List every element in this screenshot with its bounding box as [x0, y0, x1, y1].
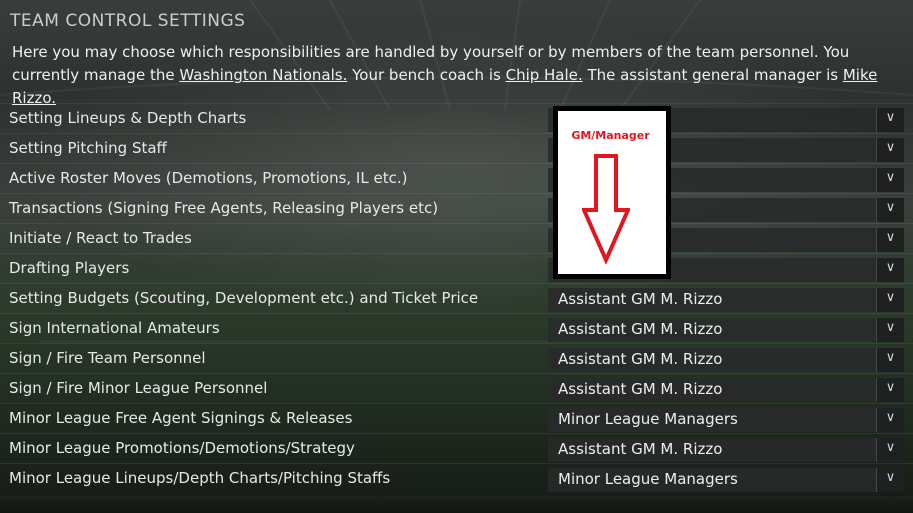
setting-row: Minor League Lineups/Depth Charts/Pitchi… [0, 463, 913, 494]
chevron-down-icon: ∨ [885, 320, 896, 335]
down-arrow-icon [582, 154, 630, 264]
chevron-down-icon: ∨ [885, 170, 896, 185]
responsibility-dropdown[interactable]: Assistant GM M. Rizzo ∨ [548, 318, 904, 342]
chevron-down-icon: ∨ [885, 470, 896, 485]
dropdown-toggle-button[interactable]: ∨ [876, 288, 904, 312]
responsibility-dropdown[interactable]: Minor League Managers ∨ [548, 468, 904, 492]
setting-label: Active Roster Moves (Demotions, Promotio… [9, 169, 408, 187]
chevron-down-icon: ∨ [885, 260, 896, 275]
dropdown-toggle-button[interactable]: ∨ [876, 108, 904, 132]
setting-label: Sign / Fire Minor League Personnel [9, 379, 268, 397]
dropdown-value: Minor League Managers [558, 470, 738, 488]
setting-label: Sign International Amateurs [9, 319, 220, 337]
responsibility-dropdown[interactable]: Assistant GM M. Rizzo ∨ [548, 378, 904, 402]
description-text: Here you may choose which responsibiliti… [12, 41, 902, 110]
setting-label: Minor League Free Agent Signings & Relea… [9, 409, 353, 427]
team-link[interactable]: Washington Nationals. [179, 66, 347, 84]
dropdown-value: Assistant GM M. Rizzo [558, 380, 723, 398]
annotation-box: GM/Manager [553, 106, 671, 279]
chevron-down-icon: ∨ [885, 140, 896, 155]
dropdown-toggle-button[interactable]: ∨ [876, 258, 904, 282]
dropdown-toggle-button[interactable]: ∨ [876, 378, 904, 402]
dropdown-toggle-button[interactable]: ∨ [876, 438, 904, 462]
setting-label: Setting Lineups & Depth Charts [9, 109, 247, 127]
description-part-3: The assistant general manager is [582, 66, 843, 84]
page-title: TEAM CONTROL SETTINGS [10, 11, 246, 31]
responsibility-dropdown[interactable]: Assistant GM M. Rizzo ∨ [548, 348, 904, 372]
description-part-2: Your bench coach is [347, 66, 506, 84]
dropdown-value: Assistant GM M. Rizzo [558, 350, 723, 368]
setting-row: Active Roster Moves (Demotions, Promotio… [0, 163, 913, 194]
setting-row: Setting Pitching Staff ∨ [0, 133, 913, 164]
dropdown-toggle-button[interactable]: ∨ [876, 138, 904, 162]
chevron-down-icon: ∨ [885, 440, 896, 455]
responsibility-dropdown[interactable]: Minor League Managers ∨ [548, 408, 904, 432]
dropdown-toggle-button[interactable]: ∨ [876, 468, 904, 492]
setting-label: Setting Budgets (Scouting, Development e… [9, 289, 479, 307]
setting-row: Setting Lineups & Depth Charts ∨ [0, 103, 913, 134]
dropdown-toggle-button[interactable]: ∨ [876, 348, 904, 372]
dropdown-toggle-button[interactable]: ∨ [876, 408, 904, 432]
dropdown-value: Assistant GM M. Rizzo [558, 290, 723, 308]
setting-label: Drafting Players [9, 259, 130, 277]
chevron-down-icon: ∨ [885, 230, 896, 245]
dropdown-toggle-button[interactable]: ∨ [876, 228, 904, 252]
dropdown-toggle-button[interactable]: ∨ [876, 198, 904, 222]
annotation-label: GM/Manager [571, 129, 650, 142]
setting-label: Initiate / React to Trades [9, 229, 192, 247]
dropdown-toggle-button[interactable]: ∨ [876, 318, 904, 342]
setting-row: Sign International Amateurs Assistant GM… [0, 313, 913, 344]
setting-row: Initiate / React to Trades ∨ [0, 223, 913, 254]
annotation-panel: GM/Manager [558, 111, 666, 274]
chevron-down-icon: ∨ [885, 110, 896, 125]
setting-label: Sign / Fire Team Personnel [9, 349, 206, 367]
setting-row: Transactions (Signing Free Agents, Relea… [0, 193, 913, 224]
setting-label: Setting Pitching Staff [9, 139, 167, 157]
setting-label: Minor League Promotions/Demotions/Strate… [9, 439, 355, 457]
dropdown-toggle-button[interactable]: ∨ [876, 168, 904, 192]
dropdown-value: Assistant GM M. Rizzo [558, 440, 723, 458]
setting-row: Minor League Free Agent Signings & Relea… [0, 403, 913, 434]
setting-label: Minor League Lineups/Depth Charts/Pitchi… [9, 469, 391, 487]
setting-label: Transactions (Signing Free Agents, Relea… [9, 199, 439, 217]
responsibility-dropdown[interactable]: Assistant GM M. Rizzo ∨ [548, 438, 904, 462]
setting-row: Drafting Players ∨ [0, 253, 913, 284]
bench-coach-link[interactable]: Chip Hale. [506, 66, 583, 84]
chevron-down-icon: ∨ [885, 350, 896, 365]
responsibility-dropdown[interactable]: Assistant GM M. Rizzo ∨ [548, 288, 904, 312]
chevron-down-icon: ∨ [885, 200, 896, 215]
dropdown-value: Minor League Managers [558, 410, 738, 428]
dropdown-value: Assistant GM M. Rizzo [558, 320, 723, 338]
chevron-down-icon: ∨ [885, 380, 896, 395]
setting-row: Setting Budgets (Scouting, Development e… [0, 283, 913, 314]
chevron-down-icon: ∨ [885, 410, 896, 425]
chevron-down-icon: ∨ [885, 290, 896, 305]
setting-row: Sign / Fire Minor League Personnel Assis… [0, 373, 913, 404]
setting-row: Minor League Promotions/Demotions/Strate… [0, 433, 913, 464]
setting-row: Sign / Fire Team Personnel Assistant GM … [0, 343, 913, 374]
footer-strip [0, 496, 913, 513]
